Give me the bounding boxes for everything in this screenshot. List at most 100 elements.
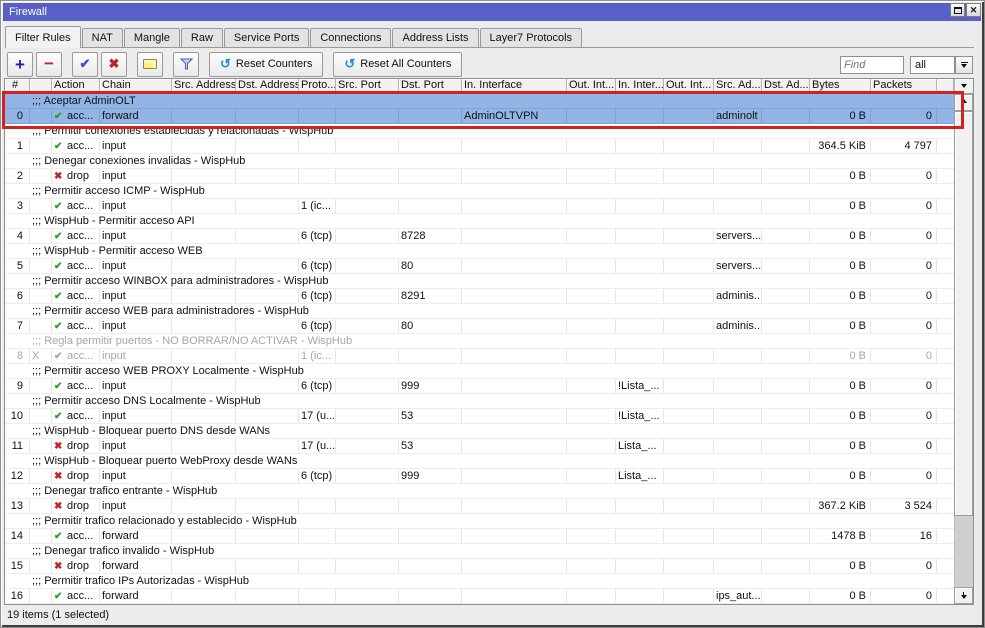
rule-row[interactable]: 8X✔acc...input1 (ic...0 B0 [5, 349, 954, 364]
column-header[interactable]: Dst. Ad... [762, 79, 810, 94]
enable-rule-button[interactable]: ✔ [72, 52, 98, 77]
disable-rule-button[interactable]: ✖ [101, 52, 127, 77]
tab-raw[interactable]: Raw [181, 28, 223, 47]
rule-row[interactable]: 3✔acc...input1 (ic...0 B0 [5, 199, 954, 214]
comment-text: ;;; Permitir trafico IPs Autorizadas - W… [32, 575, 249, 587]
toolbar: + − ✔ ✖ ↺ Reset Counters ↺ Reset All Cou… [7, 51, 465, 77]
vertical-scrollbar[interactable] [954, 94, 973, 604]
firewall-window: Firewall ✕ Filter RulesNATMangleRawServi… [0, 0, 985, 628]
action-label: acc... [67, 260, 93, 272]
rule-row[interactable]: 5✔acc...input6 (tcp)80servers...0 B0 [5, 259, 954, 274]
rule-row[interactable]: 6✔acc...input6 (tcp)8291adminis...0 B0 [5, 289, 954, 304]
comment-row[interactable]: ;;; Denegar trafico entrante - WispHub [5, 484, 954, 499]
comment-row[interactable]: ;;; Denegar trafico invalido - WispHub [5, 544, 954, 559]
plus-icon: + [15, 57, 25, 72]
comment-text: ;;; WispHub - Permitir acceso API [32, 215, 195, 227]
comment-row[interactable]: ;;; WispHub - Permitir acceso API [5, 214, 954, 229]
rule-row[interactable]: 15✖dropforward0 B0 [5, 559, 954, 574]
comment-row[interactable]: ;;; Permitir acceso WINBOX para administ… [5, 274, 954, 289]
filter-button[interactable] [173, 52, 199, 77]
rule-row[interactable]: 0✔acc...forwardAdminOLTVPNadminolt0 B0 [5, 109, 954, 124]
comment-row[interactable]: ;;; Permitir acceso ICMP - WispHub [5, 184, 954, 199]
rule-row[interactable]: 10✔acc...input17 (u...53!Lista_...0 B0 [5, 409, 954, 424]
rule-row[interactable]: 4✔acc...input6 (tcp)8728servers...0 B0 [5, 229, 954, 244]
rule-row[interactable]: 11✖dropinput17 (u...53Lista_...0 B0 [5, 439, 954, 454]
scroll-down-button[interactable] [954, 587, 973, 604]
comment-row[interactable]: ;;; WispHub - Bloquear puerto WebProxy d… [5, 454, 954, 469]
action-label: acc... [67, 410, 93, 422]
column-header[interactable]: Packets [871, 79, 937, 94]
rules-table: # ActionChainSrc. AddressDst. AddressProt… [4, 78, 974, 605]
column-header[interactable]: Src. Port [336, 79, 399, 94]
scope-dropdown-button[interactable] [955, 56, 973, 74]
remove-rule-button[interactable]: − [36, 52, 62, 77]
action-label: acc... [67, 110, 93, 122]
scope-dropdown[interactable]: all [910, 56, 955, 74]
maximize-button[interactable] [950, 3, 965, 17]
column-header[interactable]: Out. Int... [567, 79, 616, 94]
dropdown-arrow-icon [961, 62, 968, 63]
comment-row[interactable]: ;;; Permitir trafico relacionado y estab… [5, 514, 954, 529]
column-header[interactable]: Out. Int... [664, 79, 714, 94]
column-header[interactable]: Src. Ad... [714, 79, 762, 94]
comment-row[interactable]: ;;; Permitir trafico IPs Autorizadas - W… [5, 574, 954, 589]
rule-row[interactable]: 9✔acc...input6 (tcp)999!Lista_...0 B0 [5, 379, 954, 394]
action-label: drop [67, 500, 89, 512]
column-selector-button[interactable] [954, 79, 973, 94]
comment-row[interactable]: ;;; Permitir acceso WEB PROXY Localmente… [5, 364, 954, 379]
rule-row[interactable]: 16✔acc...forwardips_aut...0 B0 [5, 589, 954, 604]
reset-counters-button[interactable]: ↺ Reset Counters [209, 52, 323, 77]
status-bar: 19 items (1 selected) [4, 605, 974, 626]
tab-connections[interactable]: Connections [310, 28, 391, 47]
column-header[interactable]: Action [52, 79, 100, 94]
column-header[interactable]: In. Interface [462, 79, 567, 94]
column-header[interactable]: Bytes [810, 79, 871, 94]
rule-row[interactable]: 14✔acc...forward1478 B16 [5, 529, 954, 544]
comment-button[interactable] [137, 52, 163, 77]
comment-row[interactable]: ;;; Denegar conexiones invalidas - WispH… [5, 154, 954, 169]
comment-text: ;;; Denegar trafico invalido - WispHub [32, 545, 214, 557]
tab-filter-rules[interactable]: Filter Rules [5, 26, 81, 48]
comment-text: ;;; WispHub - Bloquear puerto DNS desde … [32, 425, 270, 437]
cross-icon: ✖ [109, 56, 120, 72]
rule-row[interactable]: 7✔acc...input6 (tcp)80adminis...0 B0 [5, 319, 954, 334]
rule-row[interactable]: 13✖dropinput367.2 KiB3 524 [5, 499, 954, 514]
tab-address-lists[interactable]: Address Lists [392, 28, 478, 47]
column-header[interactable]: Dst. Address [236, 79, 299, 94]
tab-layer7-protocols[interactable]: Layer7 Protocols [480, 28, 583, 47]
find-input[interactable] [840, 56, 904, 74]
comment-row[interactable]: ;;; Aceptar AdminOLT [5, 94, 954, 109]
tab-mangle[interactable]: Mangle [124, 28, 180, 47]
tab-service-ports[interactable]: Service Ports [224, 28, 309, 47]
column-header[interactable]: Dst. Port [399, 79, 462, 94]
comment-row[interactable]: ;;; Permitir conexiones establecidas y r… [5, 124, 954, 139]
close-button[interactable]: ✕ [966, 3, 981, 17]
reset-all-counters-button[interactable]: ↺ Reset All Counters [333, 52, 462, 77]
action-label: acc... [67, 530, 93, 542]
column-header[interactable]: In. Inter... [616, 79, 664, 94]
comment-text: ;;; Permitir acceso WEB para administrad… [32, 305, 309, 317]
comment-row[interactable]: ;;; WispHub - Bloquear puerto DNS desde … [5, 424, 954, 439]
title-bar[interactable]: Firewall [3, 3, 981, 21]
column-header[interactable] [937, 79, 954, 94]
action-label: acc... [67, 590, 93, 602]
drop-action-icon: ✖ [54, 500, 67, 513]
comment-row[interactable]: ;;; Permitir acceso WEB para administrad… [5, 304, 954, 319]
comment-row[interactable]: ;;; Regla permitir puertos - NO BORRAR/N… [5, 334, 954, 349]
scroll-up-button[interactable] [954, 94, 973, 111]
scrollbar-thumb[interactable] [954, 111, 973, 516]
add-rule-button[interactable]: + [7, 52, 33, 77]
accept-action-icon: ✔ [54, 320, 67, 333]
comment-row[interactable]: ;;; WispHub - Permitir acceso WEB [5, 244, 954, 259]
rule-row[interactable]: 1✔acc...input364.5 KiB4 797 [5, 139, 954, 154]
minus-icon: − [44, 57, 54, 71]
rule-row[interactable]: 2✖dropinput0 B0 [5, 169, 954, 184]
rule-row[interactable]: 12✖dropinput6 (tcp)999Lista_...0 B0 [5, 469, 954, 484]
column-header[interactable]: Src. Address [172, 79, 236, 94]
comment-row[interactable]: ;;; Permitir acceso DNS Localmente - Wis… [5, 394, 954, 409]
column-header[interactable]: # [5, 79, 30, 94]
column-header[interactable] [30, 79, 52, 94]
tab-nat[interactable]: NAT [82, 28, 123, 47]
column-header[interactable]: Chain [100, 79, 172, 94]
column-header[interactable]: Proto... [299, 79, 336, 94]
